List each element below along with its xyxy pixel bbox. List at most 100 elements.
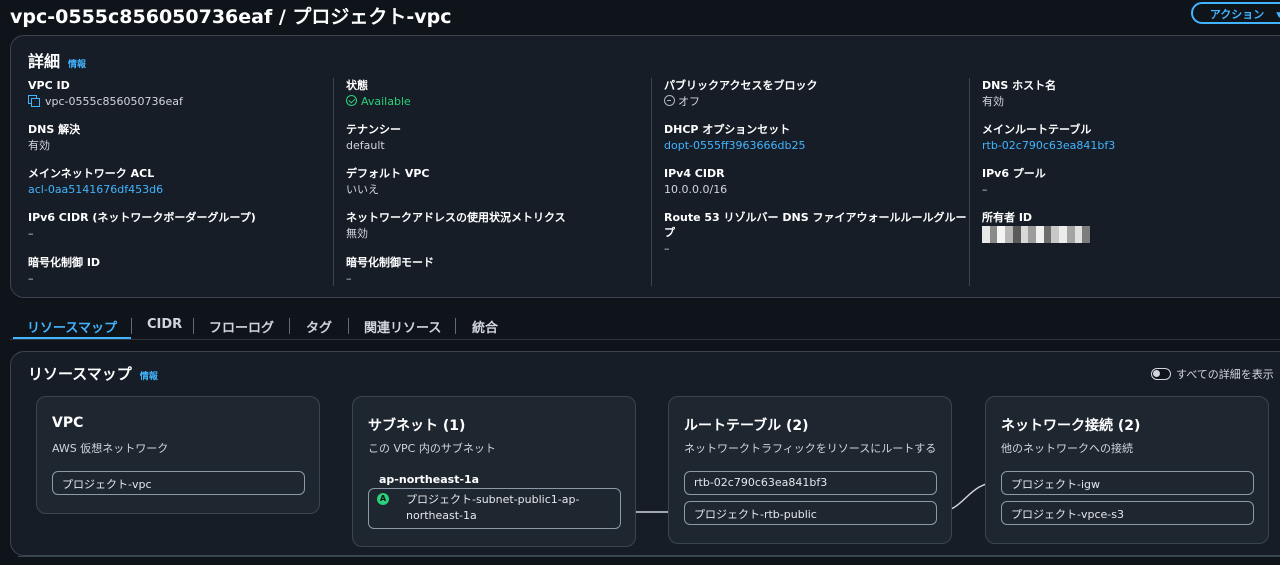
copy-icon[interactable]: [28, 95, 40, 107]
tab-integrations[interactable]: 統合: [472, 313, 498, 340]
tab-tags[interactable]: タグ: [306, 313, 332, 340]
tab-separator: [193, 318, 194, 334]
minus-circle-icon: [664, 95, 675, 106]
field-value: –: [346, 272, 352, 285]
column-divider: [651, 78, 652, 286]
field-main-route-table: メインルートテーブル rtb-02c790c63ea841bf3: [982, 122, 1280, 153]
card-subtitle: AWS 仮想ネットワーク: [52, 442, 169, 455]
vpc-card: VPC AWS 仮想ネットワーク プロジェクト-vpc: [36, 396, 320, 514]
field-label: 暗号化制御 ID: [28, 256, 101, 269]
field-dhcp: DHCP オプションセット dopt-0555ff3963666db25: [664, 122, 964, 153]
field-label: 状態: [346, 79, 368, 92]
field-label: デフォルト VPC: [346, 167, 430, 180]
route-table-item[interactable]: プロジェクト-rtb-public: [684, 501, 937, 525]
main-acl-link[interactable]: acl-0aa5141676df453d6: [28, 182, 328, 197]
field-main-acl: メインネットワーク ACL acl-0aa5141676df453d6: [28, 166, 328, 197]
tab-separator: [455, 318, 456, 334]
field-label: メインルートテーブル: [982, 123, 1092, 136]
field-label: VPC ID: [28, 79, 70, 92]
field-value: vpc-0555c856050736eaf: [28, 94, 328, 109]
field-block-public-access: パブリックアクセスをブロック オフ: [664, 78, 964, 109]
state-value: Available: [361, 95, 411, 108]
network-connections-card: ネットワーク接続 (2) 他のネットワークへの接続 プロジェクト-igw プロジ…: [985, 396, 1269, 544]
field-label: テナンシー: [346, 123, 401, 136]
field-vpc-id: VPC ID vpc-0555c856050736eaf: [28, 78, 328, 109]
field-label: 所有者 ID: [982, 211, 1033, 224]
field-value: –: [982, 183, 988, 196]
tab-cidr[interactable]: CIDR: [147, 313, 182, 340]
details-title: 詳細: [28, 52, 61, 71]
field-label: Route 53 リゾルバー DNS ファイアウォールルールグルー: [664, 211, 967, 224]
field-route53-firewall: Route 53 リゾルバー DNS ファイアウォールルールグルー プ –: [664, 210, 967, 256]
field-address-metrics: ネットワークアドレスの使用状況メトリクス 無効: [346, 210, 646, 241]
field-value: 有効: [28, 139, 50, 152]
field-tenancy: テナンシー default: [346, 122, 646, 153]
card-title: ネットワーク接続 (2): [1001, 418, 1141, 434]
field-label-line2: プ: [664, 226, 675, 239]
field-label: パブリックアクセスをブロック: [664, 79, 818, 92]
subnet-name-line2: northeast-1a: [406, 509, 477, 522]
tab-flow-logs[interactable]: フローログ: [209, 313, 274, 340]
subnet-name: プロジェクト-subnet-public1-ap-northeast-1a: [406, 492, 606, 524]
tab-separator: [348, 318, 349, 334]
route-table-card: ルートテーブル (2) ネットワークトラフィックをリソースにルートする rtb-…: [668, 396, 952, 544]
network-connection-item[interactable]: プロジェクト-vpce-s3: [1001, 501, 1254, 525]
subnet-name-line1: プロジェクト-subnet-public1-ap-: [406, 493, 580, 506]
tab-related-resources[interactable]: 関連リソース: [364, 313, 441, 340]
network-connection-item[interactable]: プロジェクト-igw: [1001, 471, 1254, 495]
actions-button[interactable]: アクション ▼: [1191, 2, 1280, 24]
column-divider: [969, 78, 970, 286]
column-divider: [333, 78, 334, 286]
details-info-link[interactable]: 情報: [68, 60, 86, 70]
field-value: オフ: [664, 94, 964, 109]
card-subtitle: この VPC 内のサブネット: [368, 442, 496, 455]
card-title: サブネット (1): [368, 418, 466, 434]
card-title: ルートテーブル (2): [684, 418, 809, 434]
tab-separator: [131, 318, 132, 334]
field-value: –: [664, 242, 670, 255]
field-state: 状態 Available: [346, 78, 646, 109]
field-value: –: [28, 227, 34, 240]
field-value: 有効: [982, 95, 1004, 108]
tab-resource-map[interactable]: リソースマップ: [13, 313, 131, 340]
vpc-item[interactable]: プロジェクト-vpc: [52, 471, 305, 495]
field-value: –: [28, 272, 34, 285]
block-public-value: オフ: [678, 95, 700, 108]
tabs-divider: [10, 339, 1280, 340]
route-table-item[interactable]: rtb-02c790c63ea841bf3: [684, 471, 937, 495]
field-dns-hostnames: DNS ホスト名 有効: [982, 78, 1280, 109]
field-value: 無効: [346, 227, 368, 240]
tab-bar: リソースマップ CIDR フローログ タグ 関連リソース 統合: [10, 313, 510, 340]
dhcp-link[interactable]: dopt-0555ff3963666db25: [664, 138, 964, 153]
subnet-item[interactable]: A プロジェクト-subnet-public1-ap-northeast-1a: [368, 488, 621, 529]
field-value: default: [346, 139, 385, 152]
field-value: 10.0.0.0/16: [664, 183, 728, 196]
card-subtitle: 他のネットワークへの接続: [1001, 442, 1133, 455]
field-label: IPv4 CIDR: [664, 167, 725, 180]
availability-zone-badge: A: [377, 493, 389, 505]
field-value: Available: [346, 94, 646, 109]
caret-down-icon: ▼: [1274, 10, 1280, 21]
field-label: ネットワークアドレスの使用状況メトリクス: [346, 211, 566, 224]
field-default-vpc: デフォルト VPC いいえ: [346, 166, 646, 197]
subnet-card: サブネット (1) この VPC 内のサブネット ap-northeast-1a…: [352, 396, 636, 547]
main-route-table-link[interactable]: rtb-02c790c63ea841bf3: [982, 138, 1280, 153]
check-circle-icon: [346, 95, 357, 106]
field-value: いいえ: [346, 183, 379, 196]
bottom-divider: [18, 556, 1280, 557]
field-label: DNS ホスト名: [982, 79, 1057, 92]
field-label: DHCP オプションセット: [664, 123, 791, 136]
field-ipv6-pool: IPv6 プール –: [982, 166, 1280, 197]
field-encryption-mode: 暗号化制御モード –: [346, 255, 646, 286]
tab-separator: [289, 318, 290, 334]
field-ipv6-cidr-group: IPv6 CIDR (ネットワークボーダーグループ) –: [28, 210, 328, 241]
field-encryption-id: 暗号化制御 ID –: [28, 255, 328, 286]
redacted-owner-id: [982, 226, 1091, 243]
field-ipv4-cidr: IPv4 CIDR 10.0.0.0/16: [664, 166, 964, 197]
card-title: VPC: [52, 415, 84, 431]
resource-map-panel: リソースマップ 情報 すべての詳細を表示 VPC AWS 仮想ネットワーク プロジ…: [10, 351, 1280, 556]
field-dns-resolution: DNS 解決 有効: [28, 122, 328, 153]
field-label: メインネットワーク ACL: [28, 167, 155, 180]
field-owner-id: 所有者 ID: [982, 210, 1280, 243]
field-label: 暗号化制御モード: [346, 256, 434, 269]
